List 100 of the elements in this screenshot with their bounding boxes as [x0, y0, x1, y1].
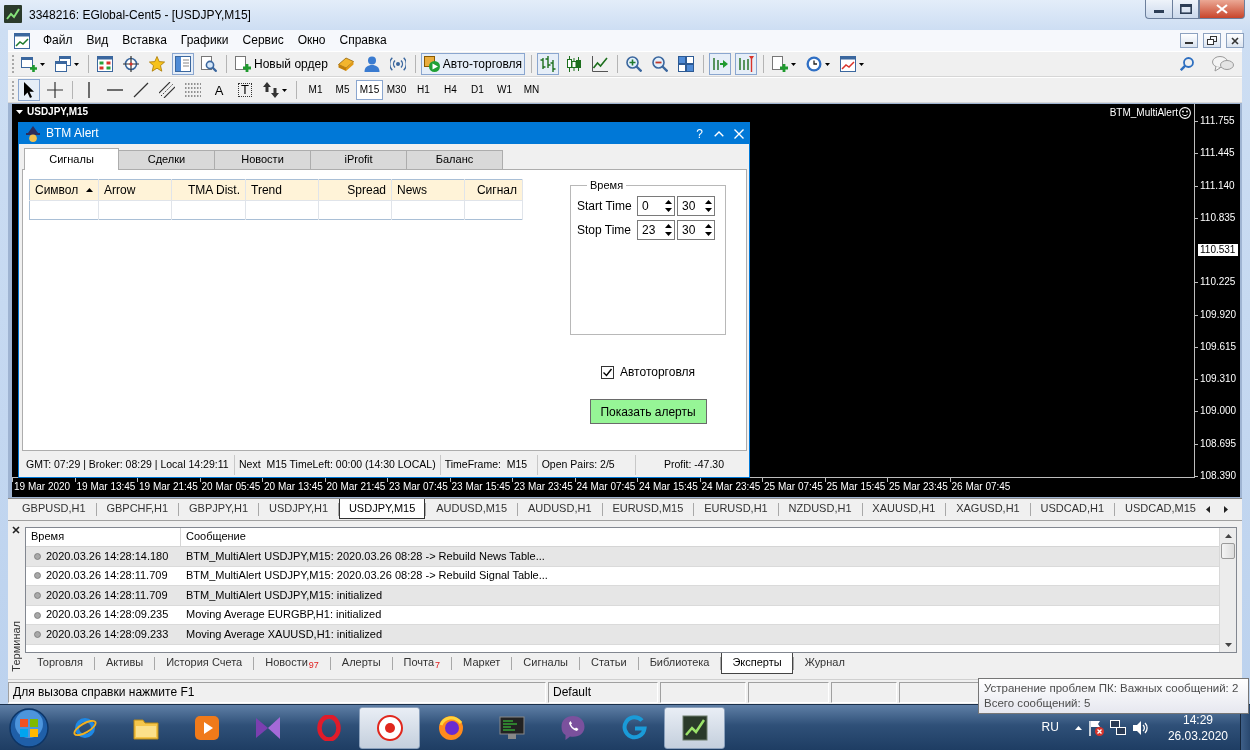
up-arrow-icon[interactable] [1074, 725, 1082, 730]
disc-icon[interactable] [437, 714, 464, 741]
flag-icon[interactable] [1087, 719, 1104, 736]
clock-icon[interactable] [806, 56, 823, 72]
document-plus-icon[interactable] [772, 56, 789, 72]
spin-arrows-icon[interactable] [705, 223, 712, 238]
restore-icon[interactable] [1207, 36, 1217, 45]
toolbar-button[interactable]: T [234, 79, 256, 101]
search-icon[interactable] [1180, 57, 1194, 71]
timeframe-button[interactable]: MN [518, 80, 545, 100]
toolbar-button[interactable]: A [208, 79, 230, 101]
caret-icon[interactable] [825, 62, 831, 66]
terminal-tab[interactable]: Маркет [452, 653, 512, 674]
restore-button[interactable] [1203, 33, 1221, 48]
monitor-icon[interactable] [498, 714, 525, 741]
terminal-tab[interactable]: Статьи [580, 653, 638, 674]
timeframe-button[interactable]: M30 [383, 80, 410, 100]
terminal-tab[interactable]: История Счета [155, 653, 254, 674]
column-header[interactable]: Символ [29, 179, 99, 201]
close-icon[interactable] [1231, 36, 1239, 45]
show-alerts-button[interactable]: Показать алерты [589, 399, 707, 425]
spin-field[interactable]: 30 [677, 196, 715, 217]
tab[interactable]: Баланс [406, 150, 503, 169]
menu-item[interactable]: Вид [79, 31, 116, 50]
minimize-button[interactable] [1145, 0, 1172, 19]
column-header[interactable]: TMA Dist. [171, 179, 246, 201]
caret-icon[interactable] [859, 62, 865, 66]
arrows-icon[interactable] [263, 82, 279, 98]
clock-button[interactable]: 14:29 26.03.2020 [1165, 711, 1230, 744]
list-row[interactable]: 2020.03.26 14:28:11.709 BTM_MultiAlert USDJPY,M15: initialized [26, 586, 1219, 606]
chart-tab[interactable]: AUDUSD,M15 [426, 499, 518, 519]
help-button[interactable]: ? [690, 123, 709, 144]
timeframe-button[interactable]: W1 [491, 80, 518, 100]
menu-item[interactable]: Сервис [235, 31, 291, 50]
column-header[interactable]: Время [26, 528, 181, 546]
chart-tab[interactable]: EURUSD,M15 [602, 499, 694, 519]
scroll-down-icon[interactable] [1224, 642, 1232, 647]
chart-tab[interactable]: GBPUSD,H1 [12, 499, 96, 519]
caret-icon[interactable] [16, 110, 23, 114]
timeframe-button[interactable]: H4 [437, 80, 464, 100]
caret-icon[interactable] [40, 62, 45, 66]
column-header[interactable]: Arrow [98, 179, 172, 201]
chart-tab[interactable]: XAGUSD,H1 [946, 499, 1030, 519]
terminal-tab[interactable]: Эксперты [721, 653, 793, 674]
scroll-up-icon[interactable] [1224, 533, 1232, 538]
column-header[interactable]: Spread [318, 179, 392, 201]
spin-arrows-icon[interactable] [705, 199, 712, 214]
taskbar-button[interactable] [664, 706, 725, 749]
chart-tab[interactable]: AUDUSD,H1 [517, 499, 602, 519]
chart-tab[interactable]: USDJPY,M15 [338, 499, 426, 519]
maximize-icon[interactable] [1179, 4, 1192, 14]
spin-field[interactable]: 23 [637, 220, 675, 241]
spin-field[interactable]: 0 [637, 196, 675, 217]
chart-tab[interactable]: USDCAD,H1 [1030, 499, 1115, 519]
chart-tab[interactable]: EURUSD,H1 [694, 499, 778, 519]
spin-arrows-icon[interactable] [665, 199, 672, 214]
caret-icon[interactable] [791, 62, 797, 66]
start-orb-icon[interactable] [9, 707, 49, 748]
scroll-left-icon[interactable] [1206, 505, 1210, 513]
timeframe-button[interactable]: D1 [464, 80, 491, 100]
menu-item[interactable]: Графики [173, 31, 236, 50]
spin-arrows-icon[interactable] [665, 223, 672, 238]
toolbar-button[interactable]: Авто-торговля [420, 53, 526, 75]
timeframe-button[interactable]: M5 [329, 80, 356, 100]
list-row[interactable]: 2020.03.26 14:28:09.233 Moving Average XAUUSD,H1: initialized [26, 625, 1219, 645]
target-icon[interactable] [376, 714, 403, 741]
scrollbar[interactable] [1219, 528, 1236, 652]
maximize-button[interactable] [1172, 0, 1199, 19]
scrollbar-thumb[interactable] [1221, 543, 1235, 559]
caret-icon[interactable] [282, 88, 287, 92]
terminal-tab[interactable]: Алерты [330, 653, 392, 674]
menu-item[interactable]: Окно [290, 31, 333, 50]
menu-item[interactable]: Справка [332, 31, 394, 50]
tab[interactable]: Новости [214, 150, 311, 169]
toolbar-button[interactable]: Новый ордер [232, 53, 331, 75]
terminal-tab[interactable]: Активы [94, 653, 155, 674]
bowtie-icon[interactable] [254, 714, 281, 741]
play-icon[interactable] [423, 56, 440, 72]
column-header[interactable]: News [391, 179, 465, 201]
terminal-tab[interactable]: Торговля [26, 653, 94, 674]
minimize-button[interactable] [1180, 33, 1198, 48]
timeframe-button[interactable]: M15 [356, 80, 383, 100]
caret-icon[interactable] [74, 62, 79, 66]
terminal-tab[interactable]: Журнал [793, 653, 856, 674]
chart-tab[interactable]: GBPJPY,H1 [179, 499, 259, 519]
play-tile-icon[interactable] [193, 714, 220, 741]
column-header[interactable]: Сигнал [464, 179, 523, 201]
timeframe-button[interactable]: M1 [302, 80, 329, 100]
chart-tab[interactable]: XAUUSD,H1 [862, 499, 946, 519]
menu-item[interactable]: Вставка [115, 31, 174, 50]
checkbox[interactable] [601, 365, 614, 379]
tab[interactable]: Сделки [118, 150, 215, 169]
network-icon[interactable] [1109, 720, 1126, 735]
speaker-icon[interactable] [1131, 719, 1148, 736]
list-row[interactable]: 2020.03.26 14:28:14.180 BTM_MultiAlert USDJPY,M15: 2020.03.26 08:28 -> Rebuild News Table... [26, 547, 1219, 567]
chart-tab[interactable]: USDCAD,M15 [1115, 499, 1206, 519]
chart-window-icon[interactable] [14, 32, 30, 49]
chart-tab[interactable]: GBPCHF,H1 [96, 499, 179, 519]
tab[interactable]: iProfit [310, 150, 407, 169]
column-header[interactable]: Сообщение [181, 528, 1219, 546]
